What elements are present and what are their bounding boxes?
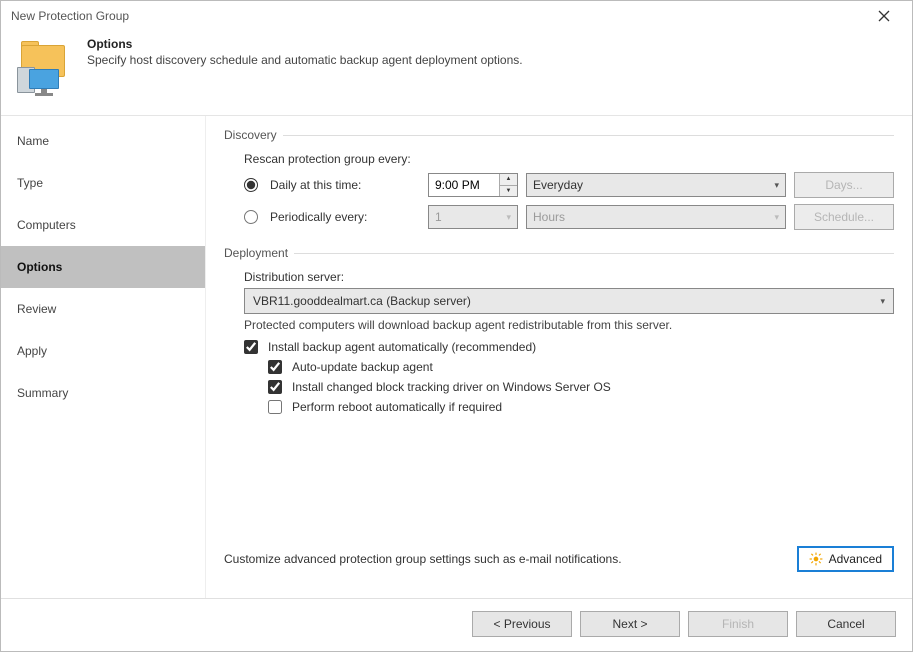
page-subtitle: Specify host discovery schedule and auto… <box>87 53 523 67</box>
chevron-down-icon: ▾ <box>774 180 779 191</box>
wizard-header: Options Specify host discovery schedule … <box>1 31 912 115</box>
advanced-button[interactable]: Advanced <box>797 546 894 572</box>
sidebar-item-summary[interactable]: Summary <box>1 372 205 414</box>
reboot-label: Perform reboot automatically if required <box>292 400 502 414</box>
chevron-down-icon: ▾ <box>880 296 885 307</box>
advanced-button-label: Advanced <box>829 552 882 566</box>
auto-update-checkbox[interactable] <box>268 360 282 374</box>
chevron-down-icon: ▾ <box>774 212 779 223</box>
close-icon <box>878 10 890 22</box>
header-icon <box>15 39 73 97</box>
discovery-legend: Discovery <box>224 128 283 142</box>
dist-server-label: Distribution server: <box>224 270 894 284</box>
gear-icon <box>809 552 823 566</box>
install-agent-checkbox[interactable] <box>244 340 258 354</box>
wizard-sidebar: Name Type Computers Options Review Apply… <box>1 116 206 598</box>
discovery-group: Discovery Rescan protection group every:… <box>224 128 894 236</box>
periodic-label: Periodically every: <box>270 210 420 224</box>
window-title: New Protection Group <box>11 9 864 23</box>
dayofweek-value: Everyday <box>533 178 583 192</box>
next-button[interactable]: Next > <box>580 611 680 637</box>
titlebar: New Protection Group <box>1 1 912 31</box>
dayofweek-select[interactable]: Everyday ▾ <box>526 173 786 197</box>
sidebar-item-options[interactable]: Options <box>1 246 205 288</box>
days-button: Days... <box>794 172 894 198</box>
spinner-down[interactable]: ▼ <box>500 186 517 197</box>
sidebar-item-computers[interactable]: Computers <box>1 204 205 246</box>
cancel-button[interactable]: Cancel <box>796 611 896 637</box>
periodic-radio[interactable] <box>244 210 258 224</box>
wizard-window: New Protection Group Options Specify hos… <box>0 0 913 652</box>
spinner-up[interactable]: ▲ <box>500 174 517 186</box>
chevron-down-icon: ▾ <box>506 212 511 223</box>
wizard-footer: < Previous Next > Finish Cancel <box>1 598 912 651</box>
sidebar-item-type[interactable]: Type <box>1 162 205 204</box>
install-agent-label: Install backup agent automatically (reco… <box>268 340 536 354</box>
install-cbt-label: Install changed block tracking driver on… <box>292 380 611 394</box>
deployment-legend: Deployment <box>224 246 294 260</box>
wizard-content: Discovery Rescan protection group every:… <box>206 116 912 598</box>
daily-time-input[interactable]: ▲ ▼ <box>428 173 518 197</box>
install-cbt-checkbox[interactable] <box>268 380 282 394</box>
page-title: Options <box>87 37 523 51</box>
periodic-unit: Hours <box>533 210 565 224</box>
sidebar-item-apply[interactable]: Apply <box>1 330 205 372</box>
dist-server-value: VBR11.gooddealmart.ca (Backup server) <box>253 294 471 308</box>
previous-button[interactable]: < Previous <box>472 611 572 637</box>
daily-label: Daily at this time: <box>270 178 420 192</box>
reboot-checkbox[interactable] <box>268 400 282 414</box>
auto-update-label: Auto-update backup agent <box>292 360 433 374</box>
periodic-value-select: 1 ▾ <box>428 205 518 229</box>
finish-button: Finish <box>688 611 788 637</box>
advanced-hint: Customize advanced protection group sett… <box>224 552 622 566</box>
daily-radio[interactable] <box>244 178 258 192</box>
deployment-group: Deployment Distribution server: VBR11.go… <box>224 246 894 420</box>
rescan-label: Rescan protection group every: <box>224 152 894 166</box>
dist-server-select[interactable]: VBR11.gooddealmart.ca (Backup server) ▾ <box>244 288 894 314</box>
header-text: Options Specify host discovery schedule … <box>87 37 523 67</box>
sidebar-item-review[interactable]: Review <box>1 288 205 330</box>
schedule-button: Schedule... <box>794 204 894 230</box>
time-field[interactable] <box>429 174 499 196</box>
sidebar-item-name[interactable]: Name <box>1 120 205 162</box>
dist-hint: Protected computers will download backup… <box>224 318 894 332</box>
periodic-unit-select: Hours ▾ <box>526 205 786 229</box>
periodic-value: 1 <box>435 210 442 224</box>
close-button[interactable] <box>864 1 904 31</box>
